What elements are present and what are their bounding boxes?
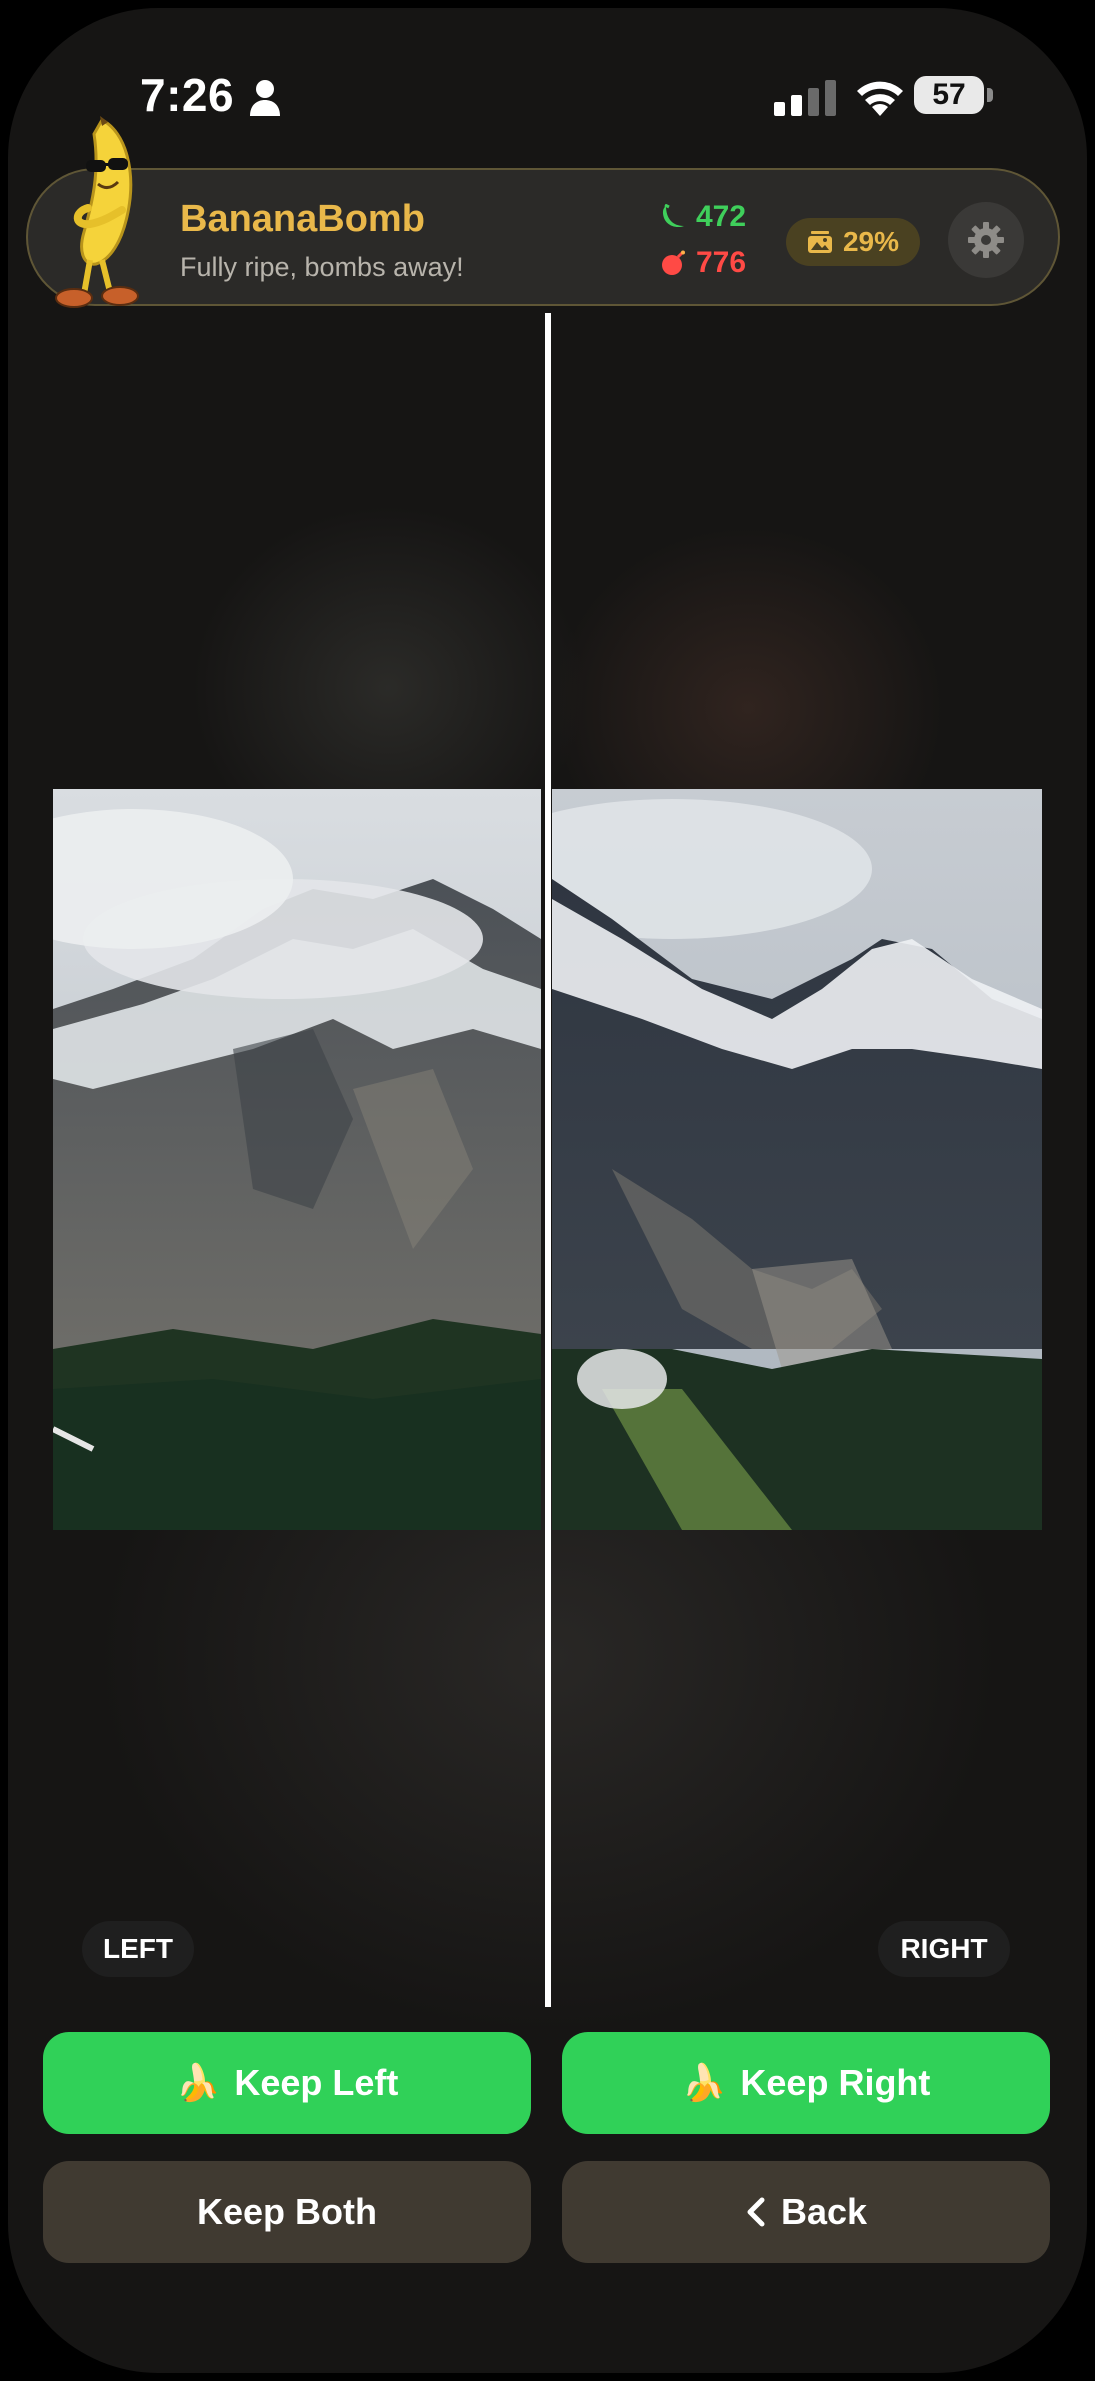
keep-right-button[interactable]: 🍌 Keep Right xyxy=(562,2032,1050,2134)
status-bar: 7:26 57 xyxy=(8,8,1087,148)
photo-icon xyxy=(807,231,832,253)
keep-both-label: Keep Both xyxy=(197,2191,377,2232)
kept-count-value: 472 xyxy=(696,200,747,233)
bomb-icon xyxy=(662,250,685,275)
right-photo-image xyxy=(552,789,1042,1530)
wifi-icon xyxy=(857,81,903,116)
keep-both-button[interactable]: Keep Both xyxy=(43,2161,531,2263)
left-photo-image xyxy=(53,789,541,1530)
signal-icon xyxy=(774,80,836,116)
chevron-left-icon xyxy=(747,2197,765,2227)
battery-icon: 57 xyxy=(914,76,994,114)
settings-button[interactable] xyxy=(948,202,1024,278)
banana-emoji-icon: 🍌 xyxy=(681,2062,727,2103)
right-label: RIGHT xyxy=(878,1921,1010,1977)
app-subtitle: Fully ripe, bombs away! xyxy=(180,252,464,282)
phone-frame: 7:26 57 BananaBomb Fully ripe, bombs awa… xyxy=(0,0,1095,2381)
deleted-count-value: 776 xyxy=(696,246,747,279)
banana-emoji-icon: 🍌 xyxy=(175,2062,221,2103)
back-label: Back xyxy=(780,2191,868,2232)
keep-right-label: Keep Right xyxy=(740,2062,931,2103)
person-icon xyxy=(250,80,280,116)
banana-mascot-icon xyxy=(55,116,139,308)
kept-count: 472 xyxy=(660,200,746,234)
banana-icon xyxy=(662,203,684,228)
deleted-count: 776 xyxy=(660,246,746,280)
status-time: 7:26 xyxy=(140,69,235,121)
left-label: LEFT xyxy=(82,1921,194,1977)
keep-left-button[interactable]: 🍌 Keep Left xyxy=(43,2032,531,2134)
keep-left-label: Keep Left xyxy=(234,2062,399,2103)
split-divider[interactable] xyxy=(545,313,551,2007)
left-photo[interactable] xyxy=(53,789,541,1530)
battery-level: 57 xyxy=(932,78,966,111)
progress-value: 29% xyxy=(842,226,900,257)
right-photo[interactable] xyxy=(552,789,1042,1530)
app-title: BananaBomb xyxy=(180,198,425,240)
progress-badge: 29% xyxy=(786,218,920,266)
gear-icon xyxy=(968,222,1004,258)
back-button[interactable]: Back xyxy=(562,2161,1050,2263)
